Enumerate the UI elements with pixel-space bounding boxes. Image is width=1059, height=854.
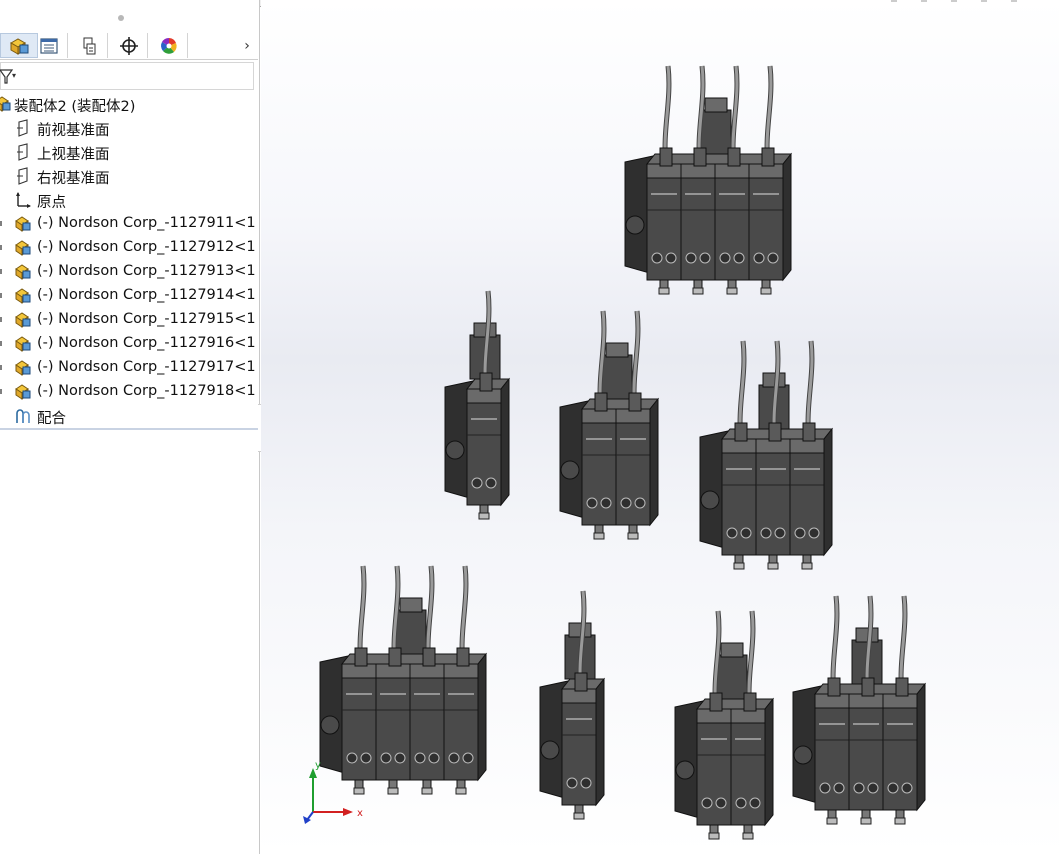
nordson-valve-assembly[interactable] xyxy=(441,285,521,535)
part-component-icon xyxy=(15,216,31,232)
tree-item-label: (-) Nordson Corp_-1127915<1 xyxy=(37,311,256,327)
origin-icon xyxy=(16,192,31,208)
mates-icon xyxy=(16,409,30,423)
expand-toggle-icon[interactable] xyxy=(0,317,2,322)
tree-item-label: (-) Nordson Corp_-1127912<1 xyxy=(37,239,256,255)
tree-item-label: 前视基准面 xyxy=(37,123,110,139)
part-component-icon xyxy=(15,360,31,376)
tree-item-label: (-) Nordson Corp_-1127911<1 xyxy=(37,215,256,231)
tree-item-origin[interactable]: 原点 xyxy=(0,188,258,212)
graphics-viewport[interactable]: y x xyxy=(261,0,1059,854)
property-list-icon xyxy=(39,37,58,54)
assembly-icon xyxy=(0,96,11,112)
filter-dropdown-arrow[interactable]: ▾ xyxy=(12,71,16,80)
dimxpert-tab[interactable] xyxy=(110,33,148,58)
nordson-valve-assembly[interactable] xyxy=(621,60,803,310)
tree-item-front-plane[interactable]: 前视基准面 xyxy=(0,116,258,140)
tree-item-label: (-) Nordson Corp_-1127914<1 xyxy=(37,287,256,303)
triad-y-label: y xyxy=(315,760,321,771)
tree-item-label: (-) Nordson Corp_-1127918<1 xyxy=(37,383,256,399)
part-component-icon xyxy=(15,264,31,280)
nordson-valve-assembly[interactable] xyxy=(789,590,937,840)
root-assembly-label: 装配体2 (装配体2) xyxy=(14,99,136,115)
tree-item-label: 配合 xyxy=(37,411,66,427)
tree-item-label: 原点 xyxy=(37,195,66,211)
tree-item-mates[interactable]: 配合 xyxy=(0,404,258,428)
triad-x-label: x xyxy=(357,808,363,819)
tree-item-component[interactable]: (-) Nordson Corp_-1127916<1 xyxy=(0,332,258,356)
configuration-icon xyxy=(83,37,95,54)
propertymanager-tab[interactable] xyxy=(30,33,68,58)
tree-item-component[interactable]: (-) Nordson Corp_-1127914<1 xyxy=(0,284,258,308)
tree-item-component[interactable]: (-) Nordson Corp_-1127917<1 xyxy=(0,356,258,380)
nordson-valve-assembly[interactable] xyxy=(671,605,785,854)
expand-toggle-icon[interactable] xyxy=(0,389,2,394)
tree-root-assembly[interactable]: 装配体2 (装配体2) xyxy=(0,92,258,116)
expand-toggle-icon[interactable] xyxy=(0,341,2,346)
tree-item-label: (-) Nordson Corp_-1127917<1 xyxy=(37,359,256,375)
expand-toggle-icon[interactable] xyxy=(0,293,2,298)
plane-icon xyxy=(17,119,28,137)
tree-item-component[interactable]: (-) Nordson Corp_-1127913<1 xyxy=(0,260,258,284)
coordinate-triad: y x xyxy=(303,760,363,824)
nordson-valve-assembly[interactable] xyxy=(696,335,844,585)
nordson-valve-assembly[interactable] xyxy=(556,305,670,555)
tree-item-label: (-) Nordson Corp_-1127916<1 xyxy=(37,335,256,351)
assembly-icon xyxy=(9,37,29,55)
tree-filter-bar[interactable]: ▾ xyxy=(0,62,254,90)
tree-item-component[interactable]: (-) Nordson Corp_-1127918<1 xyxy=(0,380,258,404)
nordson-valve-assembly[interactable] xyxy=(536,585,616,835)
panel-grip-icon[interactable] xyxy=(118,15,124,21)
more-tabs-chevron-icon[interactable]: › xyxy=(238,33,256,58)
tree-item-label: (-) Nordson Corp_-1127913<1 xyxy=(37,263,256,279)
configurationmanager-tab[interactable] xyxy=(70,33,108,58)
manager-tabs: › xyxy=(0,33,258,60)
part-component-icon xyxy=(15,336,31,352)
tree-item-top-plane[interactable]: 上视基准面 xyxy=(0,140,258,164)
viewport-top-marks xyxy=(891,0,1017,2)
crosshair-icon xyxy=(119,36,138,55)
part-component-icon xyxy=(15,288,31,304)
expand-toggle-icon[interactable] xyxy=(0,245,2,250)
tree-item-component[interactable]: (-) Nordson Corp_-1127912<1 xyxy=(0,236,258,260)
color-wheel-icon xyxy=(160,37,177,54)
part-component-icon xyxy=(15,312,31,328)
expand-toggle-icon[interactable] xyxy=(0,365,2,370)
feature-manager-panel: › ▾ 装配体2 (装配体2) 前视基准面 上视基准面 右视基准面 原点 (-)… xyxy=(0,0,260,854)
plane-icon xyxy=(17,167,28,185)
tree-item-component[interactable]: (-) Nordson Corp_-1127911<1 xyxy=(0,212,258,236)
expand-toggle-icon[interactable] xyxy=(0,221,2,226)
tree-divider xyxy=(0,428,258,430)
plane-icon xyxy=(17,143,28,161)
tree-item-right-plane[interactable]: 右视基准面 xyxy=(0,164,258,188)
part-component-icon xyxy=(15,384,31,400)
tree-item-component[interactable]: (-) Nordson Corp_-1127915<1 xyxy=(0,308,258,332)
tree-item-label: 右视基准面 xyxy=(37,171,110,187)
display-manager-tab[interactable] xyxy=(150,33,188,58)
part-component-icon xyxy=(15,240,31,256)
expand-toggle-icon[interactable] xyxy=(0,269,2,274)
filter-icon[interactable] xyxy=(0,68,19,86)
tree-item-label: 上视基准面 xyxy=(37,147,110,163)
